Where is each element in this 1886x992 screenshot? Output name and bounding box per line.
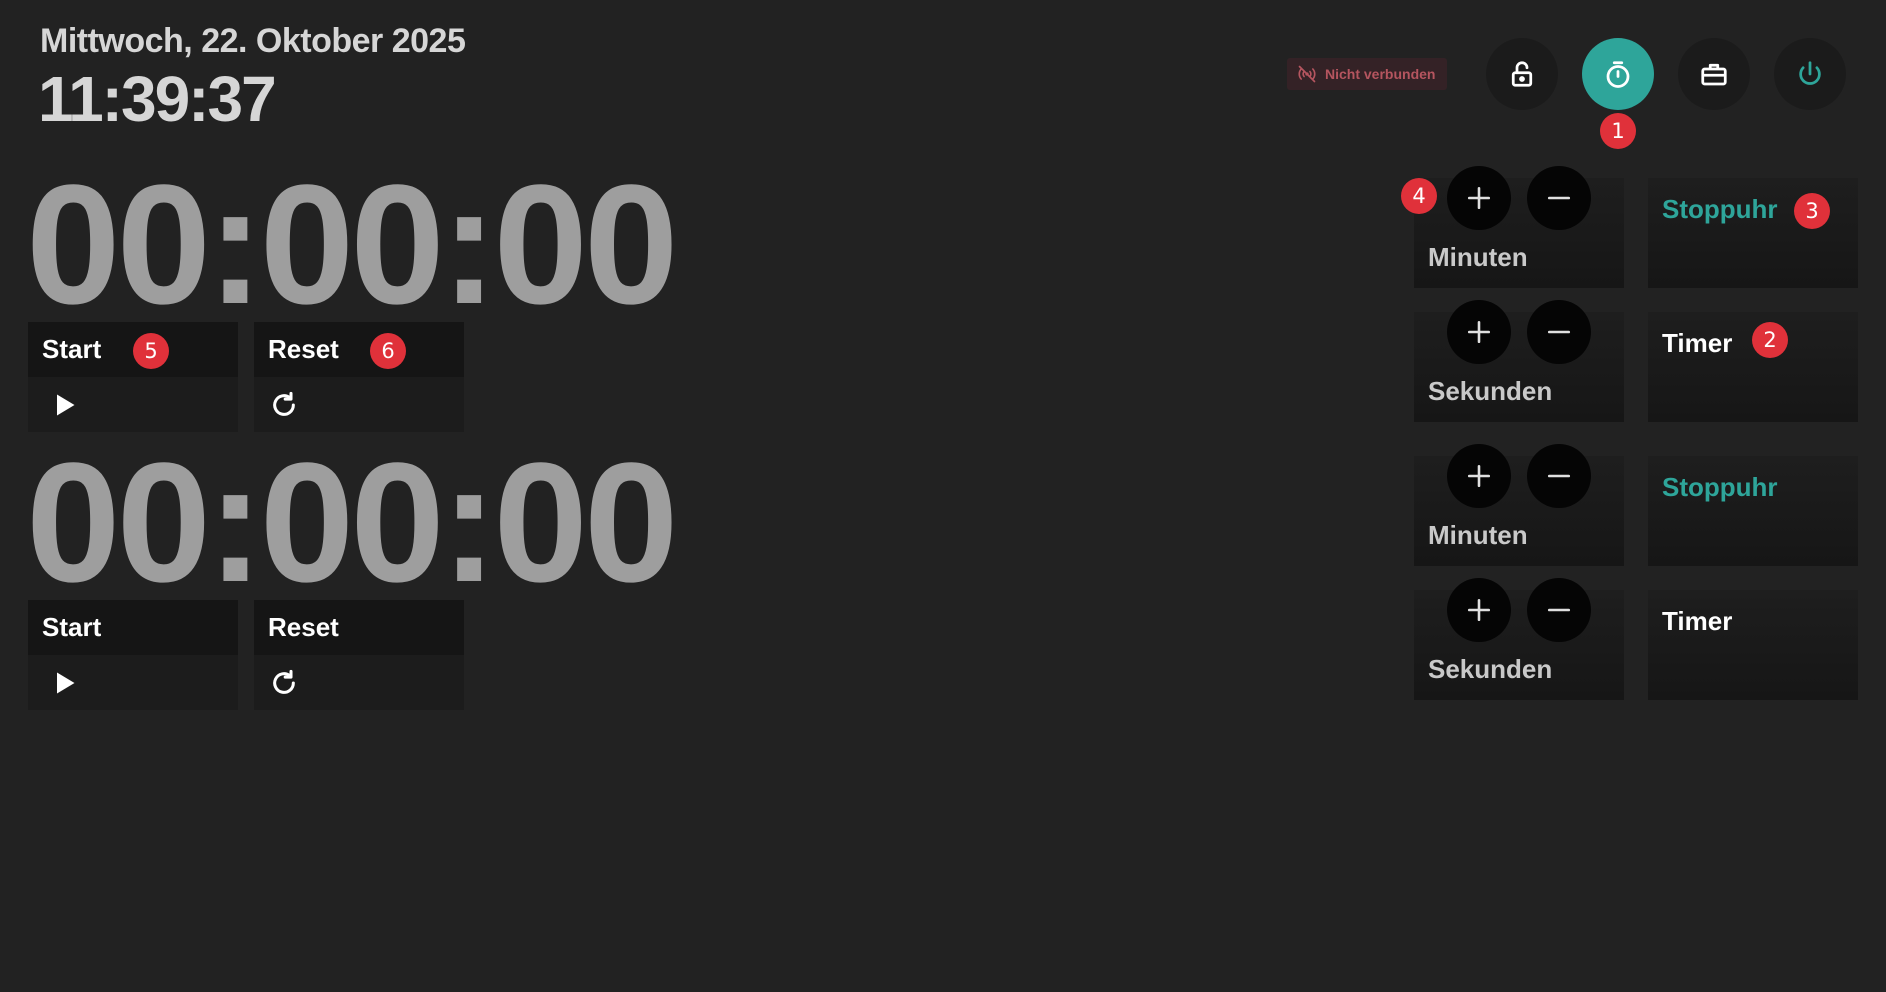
stopwatch-icon <box>1606 61 1630 88</box>
connection-status-badge: Nicht verbunden <box>1287 58 1448 90</box>
minutes-plus-button[interactable] <box>1447 444 1511 508</box>
stopwatch-mode-button[interactable]: Stoppuhr <box>1648 178 1858 288</box>
play-icon <box>57 394 75 415</box>
power-button[interactable] <box>1774 38 1846 110</box>
reset-icon <box>273 669 295 694</box>
annotation-badge: 6 <box>370 333 406 369</box>
minus-icon <box>1547 608 1571 612</box>
wifi-off-icon <box>1298 65 1316 83</box>
timer-display: 00:00:00 <box>26 428 678 618</box>
minutes-label: Minuten <box>1428 520 1528 550</box>
annotation-badge: 2 <box>1752 322 1788 358</box>
seconds-label: Sekunden <box>1428 376 1553 406</box>
power-icon <box>1799 61 1821 85</box>
stopwatch-mode-button[interactable]: Stoppuhr <box>1648 456 1858 566</box>
lock-button[interactable] <box>1486 38 1558 110</box>
plus-icon <box>1467 320 1491 344</box>
plus-icon <box>1467 186 1491 210</box>
annotation-badge: 4 <box>1401 178 1437 214</box>
timer-mode-button[interactable]: Timer <box>1648 312 1858 422</box>
annotation-badge: 3 <box>1794 193 1830 229</box>
seconds-adjuster: Sekunden <box>1414 312 1624 422</box>
start-button[interactable]: Start <box>28 600 238 710</box>
seconds-adjuster: Sekunden <box>1414 590 1624 700</box>
minutes-minus-button[interactable] <box>1527 444 1591 508</box>
minutes-minus-button[interactable] <box>1527 166 1591 230</box>
seconds-minus-button[interactable] <box>1527 578 1591 642</box>
annotation-badge: 1 <box>1600 113 1636 149</box>
stopwatch-button[interactable] <box>1582 38 1654 110</box>
seconds-plus-button[interactable] <box>1447 578 1511 642</box>
reset-icon <box>273 391 295 416</box>
reset-button-label: Reset <box>254 600 464 655</box>
plus-icon <box>1467 464 1491 488</box>
minutes-label: Minuten <box>1428 242 1528 272</box>
minus-icon <box>1547 474 1571 478</box>
minus-icon <box>1547 330 1571 334</box>
minutes-plus-button[interactable] <box>1447 166 1511 230</box>
timer-mode-label: Timer <box>1662 328 1733 358</box>
connection-status-text: Nicht verbunden <box>1325 66 1436 82</box>
play-icon <box>57 672 75 693</box>
seconds-label: Sekunden <box>1428 654 1553 684</box>
seconds-minus-button[interactable] <box>1527 300 1591 364</box>
reset-button-label: Reset <box>254 322 464 377</box>
annotation-badge: 5 <box>133 333 169 369</box>
start-button[interactable]: Start <box>28 322 238 432</box>
minutes-adjuster: Minuten <box>1414 456 1624 566</box>
stopwatch-mode-label: Stoppuhr <box>1662 194 1778 224</box>
timer-display: 00:00:00 <box>26 150 678 340</box>
current-date: Mittwoch, 22. Oktober 2025 <box>40 22 466 60</box>
timer-mode-button[interactable]: Timer <box>1648 590 1858 700</box>
timer-mode-label: Timer <box>1662 606 1733 636</box>
stopwatch-mode-label: Stoppuhr <box>1662 472 1778 502</box>
reset-button[interactable]: Reset <box>254 600 464 710</box>
current-time: 11:39:37 <box>38 63 277 135</box>
minutes-adjuster: Minuten <box>1414 178 1624 288</box>
minus-icon <box>1547 196 1571 200</box>
lock-icon <box>1511 61 1533 87</box>
start-button-label: Start <box>28 600 238 655</box>
toolbox-button[interactable] <box>1678 38 1750 110</box>
seconds-plus-button[interactable] <box>1447 300 1511 364</box>
reset-button[interactable]: Reset <box>254 322 464 432</box>
plus-icon <box>1467 598 1491 622</box>
toolbox-icon <box>1701 63 1727 86</box>
